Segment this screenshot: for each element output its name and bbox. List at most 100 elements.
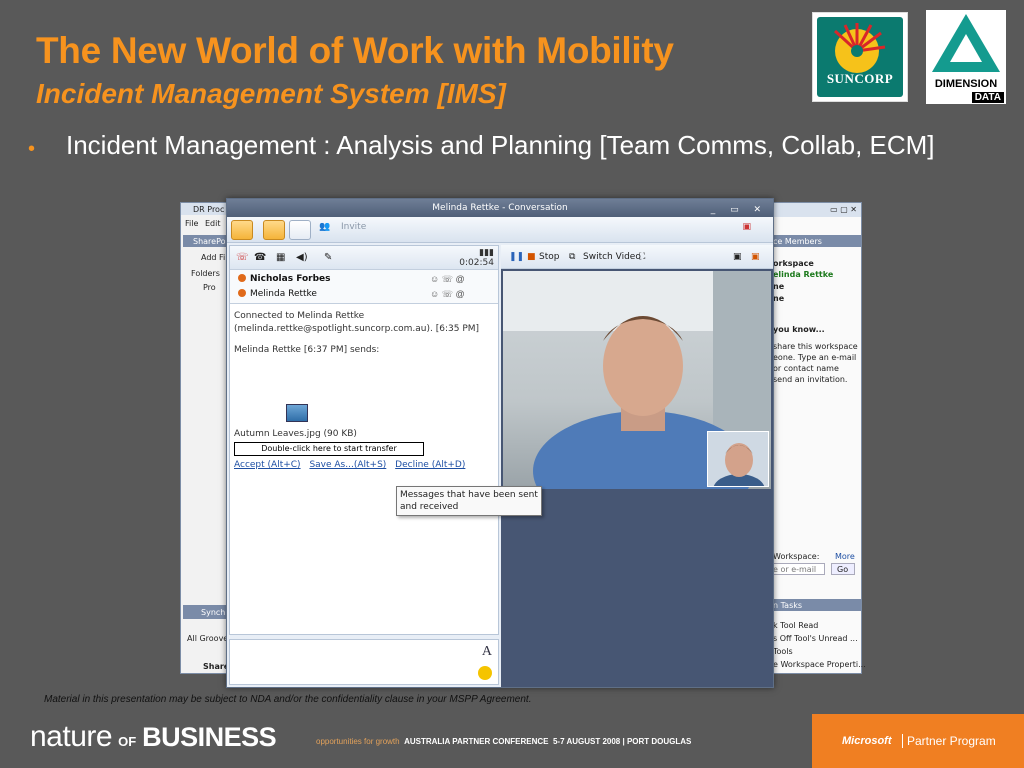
microsoft-partner-logo: Microsoft Partner Program [812,714,1024,768]
invite-button[interactable]: Invite [341,222,366,232]
sharepoint-header: SharePoi [193,237,228,246]
call-controls: ☏ ☎ ▦ ◀) ✎ ▮▮▮ 0:02:54 [230,246,498,270]
task-item-3[interactable]: Tools [773,647,793,656]
invite-icon: 👥 [319,222,331,232]
stop-icon[interactable]: ■ [527,252,536,262]
dimension-wordmark: DIMENSION [934,78,998,90]
conversation-titlebar: Melinda Rettke - Conversation _ ▭ ✕ [227,199,773,217]
all-groove-label: All Groove [187,634,229,643]
conversation-window: Melinda Rettke - Conversation _ ▭ ✕ 👥 In… [226,198,774,688]
task-item-4[interactable]: e Workspace Properti... [773,660,866,669]
stop-button[interactable]: Stop [539,252,559,262]
mic-icon[interactable]: ✎ [324,252,332,263]
pip-toggle-icon[interactable]: ▣ [733,252,742,262]
conference-brand: nature OF BUSINESS [30,720,277,754]
im-pane: ☏ ☎ ▦ ◀) ✎ ▮▮▮ 0:02:54 Nicholas Forbes ☺ … [229,245,499,635]
presence-icon [238,289,246,297]
slide-subtitle: Incident Management System [IMS] [36,78,506,109]
disclaimer: Material in this presentation may be sub… [44,694,532,705]
menu-file[interactable]: File [185,219,198,228]
member-line-2: ne [773,294,785,303]
self-view-video [707,431,769,487]
participant-nicholas[interactable]: Nicholas Forbes [238,274,331,284]
workspace-node[interactable]: orkspace [773,259,814,268]
dimension-data-logo: DIMENSION DATA [926,10,1006,104]
bullet-text: Incident Management : Analysis and Plann… [66,130,935,160]
did-you-know-heading: you know... [773,325,825,334]
groove-window-left: DR Proc File Edit SharePoi Add Fi Folder… [180,202,230,674]
decline-link[interactable]: Decline (Alt+D) [395,460,465,470]
call-timer: ▮▮▮ 0:02:54 [459,248,494,268]
suncorp-logo: SUNCORP [812,12,908,102]
brand-nature: nature [30,720,113,753]
hangup-icon[interactable]: ☏ [236,252,249,263]
conference-tagline: opportunities for growth AUSTRALIA PARTN… [316,737,692,746]
msg-connected-1: Connected to Melinda Rettke [234,311,365,321]
video-controls: ❚❚ ■ Stop ⧉ Switch Video ⛶ ▣ ▣ [501,245,773,269]
synch-header: Synch [201,608,226,617]
options-icon[interactable]: ▣ [742,222,751,232]
tip-line-3: or contact name [773,364,839,373]
file-name: Autumn Leaves.jpg (90 KB) [234,429,357,439]
participant-actions-icon[interactable]: ☺ ☏ @ [430,289,465,300]
menu-edit[interactable]: Edit [205,219,221,228]
email-input[interactable]: e or e-mail [773,565,816,574]
emoticon-icon[interactable] [478,666,492,680]
member-melinda[interactable]: elinda Rettke [773,270,833,279]
participant-melinda[interactable]: Melinda Rettke [238,289,317,299]
accept-link[interactable]: Accept (Alt+C) [234,460,301,470]
video-pane: ❚❚ ■ Stop ⧉ Switch Video ⛶ ▣ ▣ [501,245,773,687]
participant-actions-icon[interactable]: ☺ ☏ @ [430,274,465,285]
suncorp-wordmark: SUNCORP [826,71,894,86]
image-file-icon[interactable] [286,404,308,422]
folders-label: Folders [191,269,220,278]
task-item-1[interactable]: k Tool Read [773,621,818,630]
groove-window-right: ▭ ▢ ✕ ce Members orkspace elinda Rettke … [772,202,866,674]
call-button[interactable] [231,220,253,240]
im-button[interactable] [289,220,311,240]
microsoft-wordmark: Microsoft [842,735,892,747]
folder-item-pro[interactable]: Pro [203,283,216,292]
fullscreen-icon[interactable]: ⛶ [639,252,645,262]
brand-of: OF [118,734,137,749]
conversation-title: Melinda Rettke - Conversation [432,203,568,213]
start-transfer-button[interactable]: Double-click here to start transfer [234,442,424,456]
tasks-header: n Tasks [773,601,803,610]
msg-sender: Melinda Rettke [6:37 PM] sends: [234,345,380,355]
conversation-toolbar: 👥 Invite ▣ [227,217,773,243]
remote-video [503,271,771,489]
pause-icon[interactable]: ❚❚ [509,252,524,262]
msg-connected-2: (melinda.rettke@spotlight.suncorp.com.au… [234,324,480,334]
workspace-label: Workspace: [773,552,820,561]
message-input[interactable]: A [229,639,499,685]
task-item-2[interactable]: s Off Tool's Unread ... [773,634,858,643]
volume-icon[interactable]: ◀) [296,252,308,263]
font-icon[interactable]: A [482,644,492,660]
presence-icon [238,274,246,282]
contact-button[interactable] [263,220,285,240]
switch-video-button[interactable]: Switch Video [583,252,641,262]
tip-line-1: share this workspace [773,342,858,351]
tooltip: Messages that have been sent and receive… [396,486,542,516]
layout-icon[interactable]: ▣ [751,252,760,262]
more-link[interactable]: More [835,552,855,561]
save-as-link[interactable]: Save As...(Alt+S) [309,460,386,470]
dialpad-icon[interactable]: ▦ [276,252,285,263]
transfer-links: Accept (Alt+C) Save As...(Alt+S) Decline… [234,460,471,470]
brand-business: BUSINESS [142,722,277,752]
tip-line-4: send an invitation. [773,375,848,384]
members-header: ce Members [773,237,822,246]
switch-video-icon[interactable]: ⧉ [569,252,575,262]
bullet-marker: • [28,138,36,160]
participant-list: Nicholas Forbes ☺ ☏ @ Melinda Rettke ☺ ☏… [230,270,498,304]
bg-window-title: DR Proc [193,205,225,214]
tip-line-2: eone. Type an e-mail [773,353,857,362]
go-button[interactable]: Go [837,565,848,574]
hold-icon[interactable]: ☎ [254,252,266,263]
partner-program-label: Partner Program [902,734,996,748]
member-line-1: ne [773,282,785,291]
add-files-button[interactable]: Add Fi [201,253,225,262]
window-controls[interactable]: ▭ ▢ ✕ [830,205,857,214]
slide-title: The New World of Work with Mobility [36,30,674,71]
data-wordmark: DATA [971,92,1004,103]
